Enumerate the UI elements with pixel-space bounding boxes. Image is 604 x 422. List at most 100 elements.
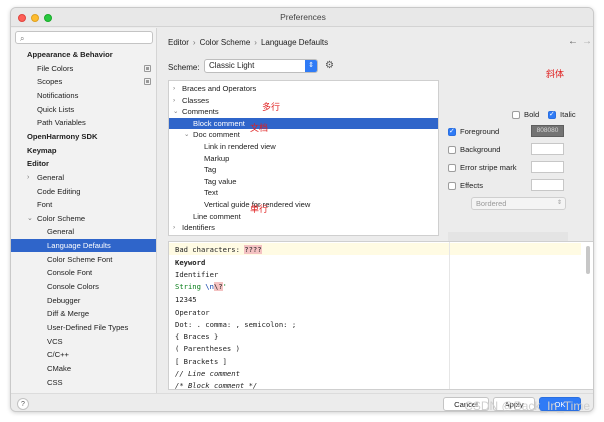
foreground-color-swatch[interactable]: 808080 bbox=[531, 125, 564, 137]
forward-arrow-icon[interactable]: → bbox=[582, 36, 592, 47]
sidebar-item[interactable]: Diff & Merge bbox=[11, 307, 156, 320]
sidebar-item[interactable]: Language Defaults bbox=[11, 239, 156, 253]
preview-operator: Operator bbox=[175, 308, 210, 317]
chevron-updown-icon: ⇕ bbox=[556, 200, 562, 206]
sidebar-item-label: General bbox=[47, 227, 75, 237]
chevron-down-icon[interactable]: ⌄ bbox=[11, 48, 12, 61]
attribute-tree-item[interactable]: Text bbox=[169, 187, 438, 199]
sidebar-item[interactable]: File Colors bbox=[11, 62, 156, 75]
sidebar-item[interactable]: Debugger bbox=[11, 294, 156, 307]
sidebar-item[interactable]: Quick Lists bbox=[11, 103, 156, 116]
sidebar-item[interactable]: Notifications bbox=[11, 89, 156, 102]
sidebar-item[interactable]: ⌄ Editor bbox=[11, 157, 156, 170]
help-icon[interactable]: ? bbox=[17, 398, 29, 410]
preview-string-bad-escape: \? bbox=[213, 282, 223, 291]
preview-parentheses: ( Parentheses ) bbox=[175, 344, 240, 353]
attribute-tree-label: Braces and Operators bbox=[182, 84, 257, 93]
background-checkbox[interactable] bbox=[448, 146, 456, 154]
sidebar-item[interactable]: Font bbox=[11, 198, 156, 211]
attribute-tree-item[interactable]: Vertical guide for rendered view bbox=[169, 199, 438, 211]
sidebar-item-label: Code Editing bbox=[37, 186, 81, 196]
chevron-down-icon[interactable]: ⌄ bbox=[11, 157, 12, 170]
attribute-tree-item[interactable]: Line comment bbox=[169, 211, 438, 223]
effects-checkbox[interactable] bbox=[448, 182, 456, 190]
attribute-tree-item[interactable]: Tag bbox=[169, 164, 438, 176]
sidebar-item-label: Font bbox=[37, 200, 53, 210]
background-color-swatch[interactable] bbox=[531, 143, 564, 155]
scheme-dropdown[interactable]: Classic Light ⇕ bbox=[204, 59, 318, 73]
breadcrumb-editor[interactable]: Editor bbox=[168, 38, 189, 47]
attribute-tree-item[interactable]: Markup bbox=[169, 153, 438, 165]
sidebar-item-label: User-Defined File Types bbox=[47, 323, 129, 332]
title-bar: Preferences bbox=[11, 8, 593, 27]
sidebar-item-label: Scopes bbox=[37, 77, 63, 87]
chevron-right-icon[interactable]: › bbox=[27, 171, 29, 184]
foreground-option[interactable]: Foreground bbox=[448, 127, 499, 136]
chevron-down-icon[interactable]: ⌄ bbox=[173, 106, 178, 118]
sidebar-item[interactable]: User-Defined File Types bbox=[11, 321, 156, 334]
sidebar-item[interactable]: CMake bbox=[11, 362, 156, 375]
attribute-tree-item[interactable]: ⌄ Doc comment bbox=[169, 129, 438, 141]
attribute-tree-item[interactable]: › Classes bbox=[169, 95, 438, 107]
gear-icon[interactable]: ⚙ bbox=[325, 60, 334, 71]
preview-scrollbar[interactable] bbox=[586, 246, 590, 274]
breadcrumb-color-scheme[interactable]: Color Scheme bbox=[200, 38, 251, 47]
sidebar-item[interactable]: ⌄ Appearance & Behavior bbox=[11, 48, 156, 61]
chevron-down-icon[interactable]: ⌄ bbox=[184, 129, 189, 141]
sidebar-item-label: OpenHarmony SDK bbox=[27, 131, 98, 141]
sidebar-item[interactable]: CSS bbox=[11, 376, 156, 389]
sidebar-item[interactable]: Console Font bbox=[11, 266, 156, 279]
search-input[interactable] bbox=[30, 33, 148, 43]
italic-checkbox[interactable] bbox=[548, 110, 556, 119]
back-arrow-icon[interactable]: ← bbox=[568, 36, 578, 47]
project-scope-icon bbox=[144, 78, 151, 86]
background-option[interactable]: Background bbox=[448, 145, 501, 154]
attribute-tree-item[interactable]: Block comment bbox=[169, 117, 438, 130]
error-stripe-option[interactable]: Error stripe mark bbox=[448, 163, 517, 172]
attribute-tree-label: Classes bbox=[182, 95, 210, 105]
preview-braces: { Braces } bbox=[175, 332, 219, 341]
error-stripe-color-swatch[interactable] bbox=[531, 161, 564, 173]
sidebar-item[interactable]: Code Editing bbox=[11, 185, 156, 198]
sidebar-item[interactable]: Color Scheme Font bbox=[11, 253, 156, 266]
attribute-tree-label: Block comment bbox=[193, 118, 245, 128]
attribute-tree-label: Text bbox=[204, 188, 218, 198]
sidebar-item[interactable]: Path Variables bbox=[11, 116, 156, 129]
sidebar-item[interactable]: ⌄ Color Scheme bbox=[11, 212, 156, 225]
sidebar-item[interactable]: › General bbox=[11, 171, 156, 184]
preview-string: String \n\?' bbox=[175, 282, 227, 291]
sidebar-item-label: Diff & Merge bbox=[47, 309, 90, 319]
foreground-label: Foreground bbox=[460, 127, 500, 136]
effects-color-swatch[interactable] bbox=[531, 179, 564, 191]
sidebar-item[interactable]: VCS bbox=[11, 335, 156, 348]
attribute-tree-item[interactable]: ⌄ Comments bbox=[169, 106, 438, 118]
chevron-down-icon[interactable]: ⌄ bbox=[27, 212, 33, 225]
attribute-tree-item[interactable]: › Identifiers bbox=[169, 222, 438, 234]
code-preview[interactable]: Bad characters: ???? Keyword Identifier … bbox=[168, 241, 593, 390]
bold-option[interactable]: Bold bbox=[512, 110, 539, 119]
sidebar-item[interactable]: Keymap bbox=[11, 144, 156, 157]
sidebar-item[interactable]: Scopes bbox=[11, 75, 156, 88]
chevron-right-icon[interactable]: › bbox=[173, 222, 175, 234]
attribute-tree-item[interactable]: Tag value bbox=[169, 176, 438, 188]
effects-option[interactable]: Effects bbox=[448, 181, 483, 190]
chevron-right-icon[interactable]: › bbox=[173, 95, 175, 107]
bold-checkbox[interactable] bbox=[512, 111, 520, 119]
sidebar-item-label: Quick Lists bbox=[37, 104, 75, 114]
effects-type-dropdown[interactable]: Bordered ⇕ bbox=[471, 197, 566, 210]
chevron-right-icon[interactable]: › bbox=[173, 83, 175, 95]
sidebar-item-label: Editor bbox=[27, 159, 49, 169]
sidebar-item[interactable]: C/C++ bbox=[11, 348, 156, 361]
attribute-tree-item[interactable]: › Braces and Operators bbox=[169, 83, 438, 95]
sidebar-item[interactable]: General bbox=[11, 225, 156, 238]
error-stripe-checkbox[interactable] bbox=[448, 164, 456, 172]
preview-string-escape: \n bbox=[205, 282, 214, 291]
sidebar-item[interactable]: Console Colors bbox=[11, 280, 156, 293]
attribute-tree-item[interactable]: Link in rendered view bbox=[169, 141, 438, 153]
italic-option[interactable]: Italic bbox=[548, 110, 576, 119]
attribute-tree: › Braces and Operators › Classes ⌄ Comments Bl… bbox=[168, 80, 439, 236]
sidebar-item-label: CSS bbox=[47, 377, 63, 387]
foreground-checkbox[interactable] bbox=[448, 127, 456, 136]
settings-search[interactable]: ⌕ bbox=[15, 31, 153, 44]
sidebar-item[interactable]: OpenHarmony SDK bbox=[11, 130, 156, 143]
